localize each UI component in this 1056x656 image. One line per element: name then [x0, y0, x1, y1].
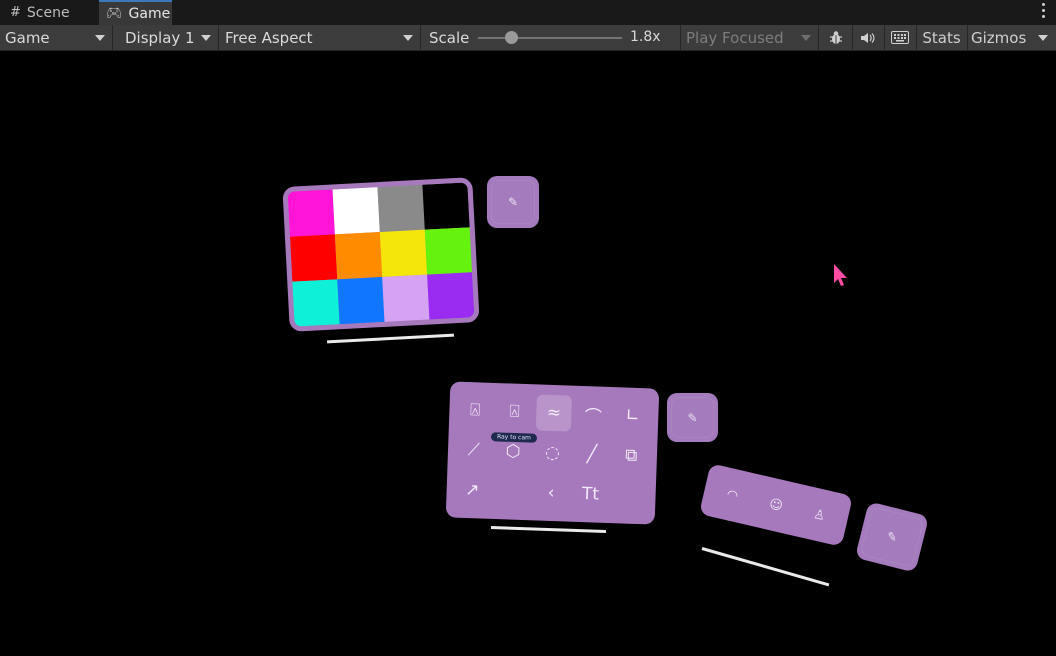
- hand-menu-panel: ◠ ☺ ♙: [699, 463, 853, 547]
- tool-button[interactable]: Tt: [570, 474, 611, 515]
- tool-button[interactable]: [609, 475, 650, 516]
- eye-icon[interactable]: ◠: [708, 471, 756, 519]
- color-swatch[interactable]: [424, 227, 473, 275]
- gizmos-button[interactable]: Gizmos: [967, 25, 1056, 50]
- tool-panel-grab-bar[interactable]: [490, 525, 607, 534]
- view-select[interactable]: Game: [0, 25, 113, 50]
- palette-grab-bar[interactable]: [327, 333, 454, 344]
- keyboard-icon[interactable]: [884, 25, 917, 50]
- more-options-icon[interactable]: [1042, 3, 1046, 21]
- tool-button[interactable]: ◌: [532, 432, 573, 473]
- tool-panel: ⍓ ⍓ ≈ ⌒ ∟ ⟋ ⬡ ◌ ╱ ⧉ ↗ ‹ Tt: [445, 381, 660, 525]
- play-mode-select[interactable]: Play Focused: [680, 25, 819, 50]
- color-swatch[interactable]: [427, 272, 475, 320]
- scale-value: 1.8x: [630, 29, 661, 45]
- game-viewport[interactable]: ✎︎ ⍓ ⍓ ≈ ⌒ ∟ ⟋ ⬡ ◌ ╱ ⧉ ↗ ‹ Tt Ray to cam ✎︎ ◠ ☺ ♙ ✎︎: [0, 51, 1056, 656]
- tab-game[interactable]: 🎮︎ Game: [99, 0, 172, 25]
- chevron-down-icon: [801, 35, 811, 41]
- grid-icon: #: [10, 5, 21, 20]
- tool-grid: ⍓ ⍓ ≈ ⌒ ∟ ⟋ ⬡ ◌ ╱ ⧉ ↗ ‹ Tt: [452, 390, 653, 517]
- color-swatch[interactable]: [377, 184, 425, 233]
- aspect-select-label: Free Aspect: [225, 28, 313, 47]
- speaker-icon[interactable]: [852, 25, 885, 50]
- gamepad-icon: 🎮︎: [106, 6, 123, 21]
- scale-label: Scale: [422, 25, 472, 50]
- play-mode-label: Play Focused: [686, 28, 784, 47]
- stats-label: Stats: [922, 28, 961, 47]
- tab-bar: # Scene 🎮︎ Game: [0, 0, 1056, 26]
- color-swatch-grid: [287, 182, 475, 327]
- tool-button[interactable]: ∟: [612, 395, 653, 436]
- view-select-label: Game: [5, 28, 50, 47]
- scale-slider-track[interactable]: [478, 37, 622, 39]
- user-icon[interactable]: ♙: [796, 491, 844, 539]
- tool-button[interactable]: ⍓: [494, 391, 535, 432]
- color-swatch[interactable]: [379, 229, 428, 277]
- color-swatch[interactable]: [289, 234, 338, 282]
- tool-tooltip: Ray to cam: [490, 432, 538, 443]
- color-palette-panel: [282, 177, 480, 332]
- chevron-down-icon: [1038, 35, 1048, 41]
- stats-button[interactable]: Stats: [916, 25, 968, 50]
- face-icon[interactable]: ☺: [752, 481, 800, 529]
- gizmos-label: Gizmos: [971, 28, 1027, 47]
- color-swatch[interactable]: [422, 182, 470, 230]
- tool-button[interactable]: [491, 471, 532, 512]
- chevron-down-icon: [95, 35, 105, 41]
- pin-icon[interactable]: ✎︎: [487, 176, 539, 228]
- color-swatch[interactable]: [292, 279, 340, 327]
- color-swatch[interactable]: [382, 274, 430, 322]
- aspect-select[interactable]: Free Aspect: [220, 25, 421, 50]
- display-select-label: Display 1: [125, 28, 195, 47]
- tab-game-label: Game: [128, 5, 171, 22]
- tool-button[interactable]: ↗: [452, 470, 493, 511]
- color-swatch[interactable]: [332, 187, 380, 235]
- color-swatch[interactable]: [337, 276, 385, 325]
- tool-button[interactable]: ╱: [571, 434, 612, 475]
- tool-button[interactable]: ⌒: [573, 394, 614, 435]
- tab-scene-label: Scene: [26, 4, 70, 21]
- pin-icon[interactable]: ✎︎: [667, 393, 718, 442]
- scale-label-text: Scale: [429, 28, 470, 47]
- color-swatch[interactable]: [287, 189, 335, 237]
- chevron-down-icon: [201, 35, 211, 41]
- color-swatch[interactable]: [334, 232, 383, 280]
- cursor-icon: [834, 264, 847, 286]
- tool-button[interactable]: ⟋: [453, 430, 494, 471]
- bug-icon[interactable]: [820, 25, 853, 50]
- scale-slider-handle[interactable]: [505, 31, 518, 44]
- hand-menu-grab-bar[interactable]: [701, 547, 830, 587]
- pin-icon[interactable]: ✎︎: [854, 501, 930, 573]
- display-select[interactable]: Display 1: [114, 25, 219, 50]
- tab-scene[interactable]: # Scene: [0, 0, 98, 25]
- tool-button[interactable]: ≈: [534, 392, 575, 433]
- tool-button[interactable]: ⍓: [455, 390, 496, 431]
- chevron-down-icon: [403, 35, 413, 41]
- tool-button[interactable]: ⧉: [611, 435, 652, 476]
- tool-button[interactable]: ‹: [531, 472, 572, 513]
